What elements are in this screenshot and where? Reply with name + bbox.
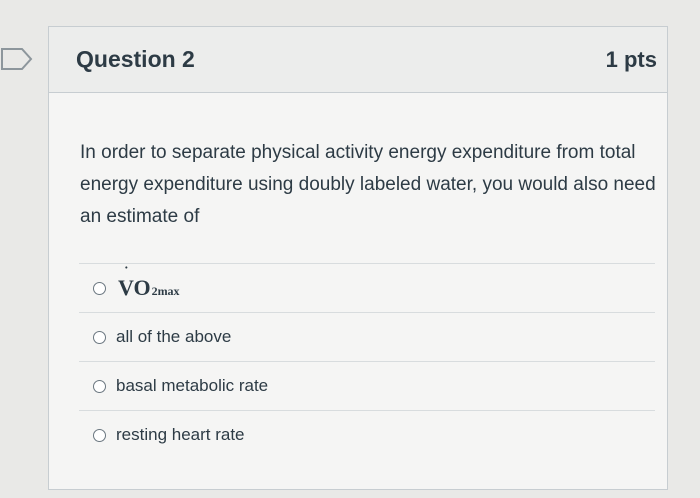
answer-label: all of the above — [116, 327, 232, 346]
vo2-dot: ˙ — [124, 265, 129, 280]
answer-label: basal metabolic rate — [116, 376, 269, 395]
answer-option-all-of-the-above[interactable]: all of the above — [79, 312, 655, 361]
radio-button[interactable] — [93, 428, 106, 442]
radio-button[interactable] — [93, 379, 106, 393]
answer-label-vo2max: ˙ VO 2max — [118, 265, 180, 301]
question-points: 1 pts — [605, 46, 657, 72]
answer-label: resting heart rate — [116, 425, 245, 444]
answer-option-resting-heart-rate[interactable]: resting heart rate — [79, 410, 655, 459]
radio-button[interactable] — [93, 330, 106, 344]
vo2-main: VO — [118, 275, 151, 300]
bookmark-flag-icon[interactable] — [0, 46, 34, 72]
question-title: Question 2 — [76, 46, 195, 72]
question-card: Question 2 1 pts In order to separate ph… — [48, 26, 668, 490]
answer-option-vo2max[interactable]: ˙ VO 2max — [79, 263, 655, 312]
question-text: In order to separate physical activity e… — [80, 142, 656, 227]
radio-button[interactable] — [93, 281, 106, 295]
question-header: Question 2 1 pts — [49, 27, 667, 93]
answer-option-basal-metabolic-rate[interactable]: basal metabolic rate — [79, 361, 655, 410]
answer-list: ˙ VO 2max all of the above basal metabol… — [79, 263, 655, 459]
vo2-subscript: 2max — [151, 284, 180, 298]
